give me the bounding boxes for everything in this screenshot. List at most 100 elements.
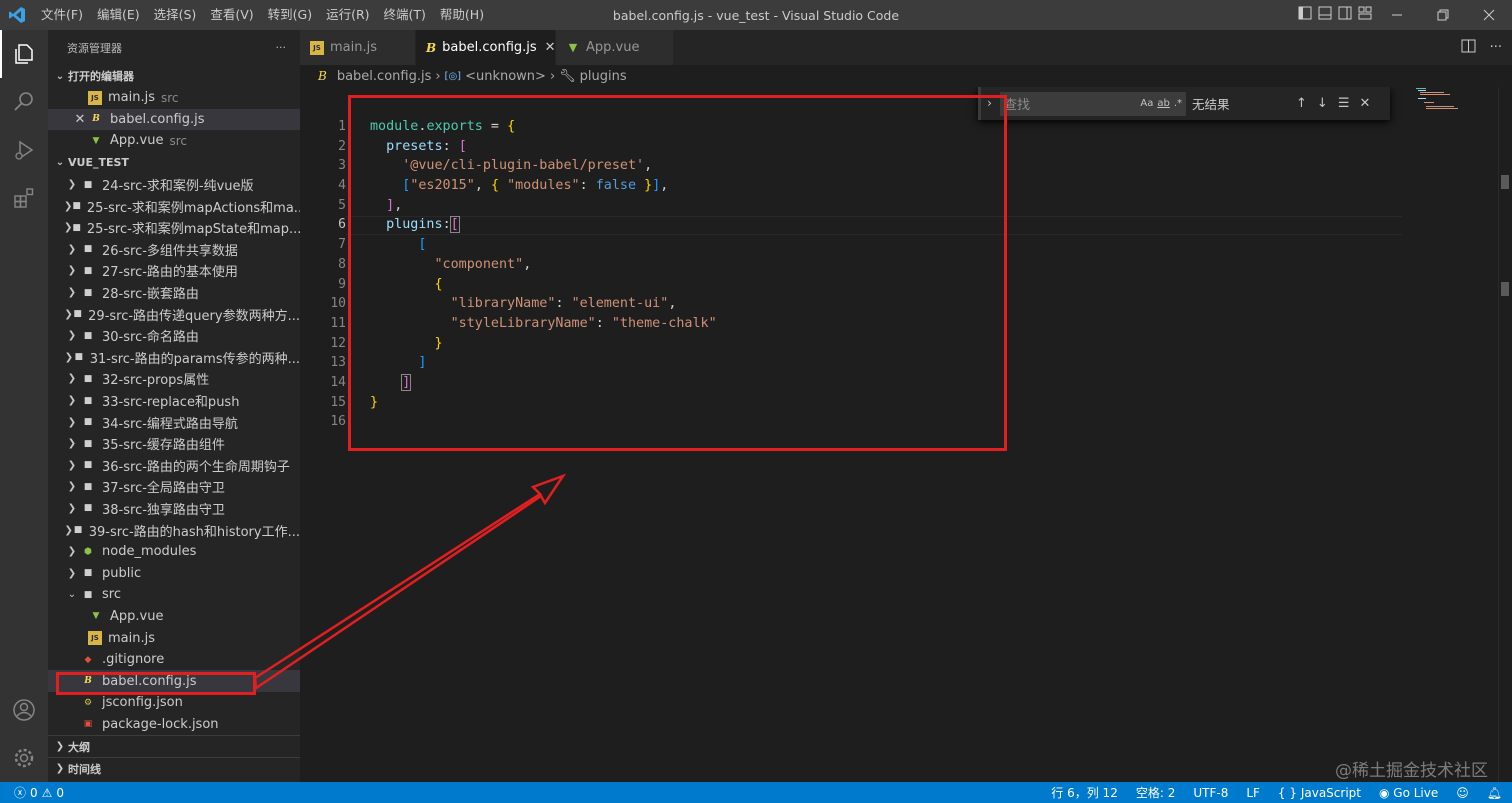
split-editor-icon[interactable]: [1461, 39, 1476, 57]
folder-list: ❯ ■ 24-src-求和案例-纯vue版 ❯ ■ 25-src-求和案例mapActio…: [48, 174, 300, 541]
file-item-package-lock[interactable]: ▣ package-lock.json: [48, 714, 300, 736]
menu-view[interactable]: 查看(V): [203, 0, 260, 30]
chevron-right-icon: ❯: [67, 459, 77, 471]
match-case-icon[interactable]: Aa: [1140, 98, 1153, 109]
toggle-panel-icon[interactable]: [1318, 6, 1332, 24]
folder-name: 26-src-多组件共享数据: [102, 243, 238, 259]
file-item-gitignore[interactable]: ◆ .gitignore: [48, 649, 300, 671]
open-editor-item[interactable]: JS main.js src: [48, 87, 300, 109]
folder-item[interactable]: ❯ ■ 30-src-命名路由: [48, 325, 300, 347]
account-icon[interactable]: [0, 686, 48, 734]
folder-item-public[interactable]: ❯ ■ public: [48, 562, 300, 584]
run-debug-icon[interactable]: [0, 126, 48, 174]
git-file-icon: ◆: [84, 654, 92, 665]
chevron-right-icon: ❯: [67, 265, 77, 277]
language-mode[interactable]: { } JavaScript: [1278, 786, 1361, 800]
chevron-right-icon: ❯: [67, 546, 77, 558]
timeline-section[interactable]: ❯ 时间线: [48, 757, 300, 779]
indentation[interactable]: 空格: 2: [1136, 784, 1176, 801]
close-editor-icon[interactable]: ✕: [72, 112, 88, 127]
breadcrumb-property[interactable]: plugins: [580, 69, 627, 84]
menu-file[interactable]: 文件(F): [34, 0, 90, 30]
tab-main-js[interactable]: JS main.js: [300, 30, 416, 65]
folder-item[interactable]: ❯ ■ 25-src-求和案例mapState和map...: [48, 217, 300, 239]
notifications-bell-icon[interactable]: 🔔︎: [1487, 786, 1502, 800]
explorer-icon[interactable]: [0, 30, 48, 78]
folder-item[interactable]: ❯ ■ 28-src-嵌套路由: [48, 282, 300, 304]
folder-name: 35-src-缓存路由组件: [102, 438, 225, 454]
line-number: 15: [330, 394, 346, 410]
folder-item[interactable]: ❯ ■ 24-src-求和案例-纯vue版: [48, 174, 300, 196]
folder-icon: ■: [83, 179, 93, 190]
folder-item[interactable]: ❯ ■ 37-src-全局路由守卫: [48, 476, 300, 498]
previous-match-icon[interactable]: ↑: [1296, 96, 1307, 111]
close-window-icon[interactable]: [1466, 0, 1512, 30]
end-of-line[interactable]: LF: [1246, 786, 1260, 800]
tab-app-vue[interactable]: ▼ App.vue: [556, 30, 674, 65]
menu-go[interactable]: 转到(G): [261, 0, 319, 30]
find-input[interactable]: 查找 Aa ab .*: [1000, 91, 1186, 116]
folder-item[interactable]: ❯ ■ 39-src-路由的hash和history工作...: [48, 519, 300, 541]
whole-word-icon[interactable]: ab: [1157, 98, 1169, 109]
chevron-right-icon: ❯: [64, 351, 74, 363]
customize-layout-icon[interactable]: [1358, 6, 1372, 24]
search-icon[interactable]: [0, 78, 48, 126]
folder-item[interactable]: ❯ ■ 29-src-路由传递query参数两种方...: [48, 303, 300, 325]
breadcrumb-file[interactable]: babel.config.js: [337, 69, 432, 84]
folder-item[interactable]: ❯ ■ 31-src-路由的params传参的两种...: [48, 347, 300, 369]
folder-item[interactable]: ❯ ■ 34-src-编程式路由导航: [48, 411, 300, 433]
folder-item[interactable]: ❯ ■ 36-src-路由的两个生命周期钩子: [48, 455, 300, 477]
scroll-marker: [1501, 282, 1509, 296]
folder-item[interactable]: ❯ ■ 25-src-求和案例mapActions和ma...: [48, 195, 300, 217]
encoding[interactable]: UTF-8: [1193, 786, 1228, 800]
extensions-icon[interactable]: [0, 174, 48, 222]
folder-item[interactable]: ❯ ■ 35-src-缓存路由组件: [48, 433, 300, 455]
folder-item[interactable]: ❯ ■ 33-src-replace和push: [48, 390, 300, 412]
vertical-scrollbar[interactable]: [1498, 87, 1512, 782]
toggle-sidebar-icon[interactable]: [1298, 6, 1312, 24]
menu-terminal[interactable]: 终端(T): [377, 0, 433, 30]
tab-babel-config[interactable]: B babel.config.js ✕: [416, 30, 556, 65]
folder-icon: ■: [83, 503, 93, 514]
feedback-icon[interactable]: ☺: [1456, 786, 1469, 800]
tab-label: babel.config.js: [442, 40, 537, 55]
file-item-jsconfig[interactable]: ⚙ jsconfig.json: [48, 692, 300, 714]
vue-file-icon: ▼: [92, 611, 100, 622]
menu-run[interactable]: 运行(R): [319, 0, 376, 30]
breadcrumb-symbol[interactable]: <unknown>: [465, 69, 546, 84]
open-editor-item[interactable]: ✕ B babel.config.js: [48, 108, 300, 131]
minimap[interactable]: [1414, 87, 1486, 127]
regex-icon[interactable]: .*: [1174, 98, 1182, 109]
folder-item-src[interactable]: ⌄ ■ src: [48, 584, 300, 606]
close-tab-icon[interactable]: ✕: [545, 40, 556, 55]
more-actions-icon[interactable]: ···: [276, 41, 287, 54]
chevron-right-icon: ❯: [67, 243, 77, 255]
menu-help[interactable]: 帮助(H): [433, 0, 491, 30]
menu-edit[interactable]: 编辑(E): [90, 0, 147, 30]
folder-item[interactable]: ❯ ■ 26-src-多组件共享数据: [48, 239, 300, 261]
minimize-icon[interactable]: [1374, 0, 1420, 30]
file-item-main-js[interactable]: JS main.js: [48, 627, 300, 649]
menu-selection[interactable]: 选择(S): [147, 0, 204, 30]
folder-item[interactable]: ❯ ■ 38-src-独享路由守卫: [48, 498, 300, 520]
open-editor-item[interactable]: ▼ App.vue src: [48, 130, 300, 152]
next-match-icon[interactable]: ↓: [1317, 96, 1328, 111]
more-actions-icon[interactable]: ···: [1490, 40, 1502, 55]
problems-indicator[interactable]: ⓧ 0 ⚠ 0: [0, 784, 64, 801]
go-live-button[interactable]: ◉ Go Live: [1379, 786, 1438, 800]
file-item-app-vue[interactable]: ▼ App.vue: [48, 606, 300, 628]
restore-icon[interactable]: [1420, 0, 1466, 30]
find-in-selection-icon[interactable]: ☰: [1338, 96, 1350, 111]
close-find-icon[interactable]: ✕: [1359, 96, 1370, 111]
folder-item[interactable]: ❯ ■ 27-src-路由的基本使用: [48, 260, 300, 282]
open-editors-section[interactable]: ⌄ 打开的编辑器: [48, 65, 300, 87]
cursor-position[interactable]: 行 6，列 12: [1051, 784, 1118, 801]
folder-item[interactable]: ❯ ■ 32-src-props属性: [48, 368, 300, 390]
line-number: 14: [330, 374, 346, 390]
settings-gear-icon[interactable]: [0, 734, 48, 782]
project-section[interactable]: ⌄ VUE_TEST: [48, 152, 300, 174]
toggle-secondary-sidebar-icon[interactable]: [1338, 6, 1352, 24]
folder-item-node-modules[interactable]: ❯ ⬢ node_modules: [48, 541, 300, 563]
folder-name: 39-src-路由的hash和history工作...: [88, 524, 300, 540]
outline-section[interactable]: ❯ 大纲: [48, 735, 300, 757]
